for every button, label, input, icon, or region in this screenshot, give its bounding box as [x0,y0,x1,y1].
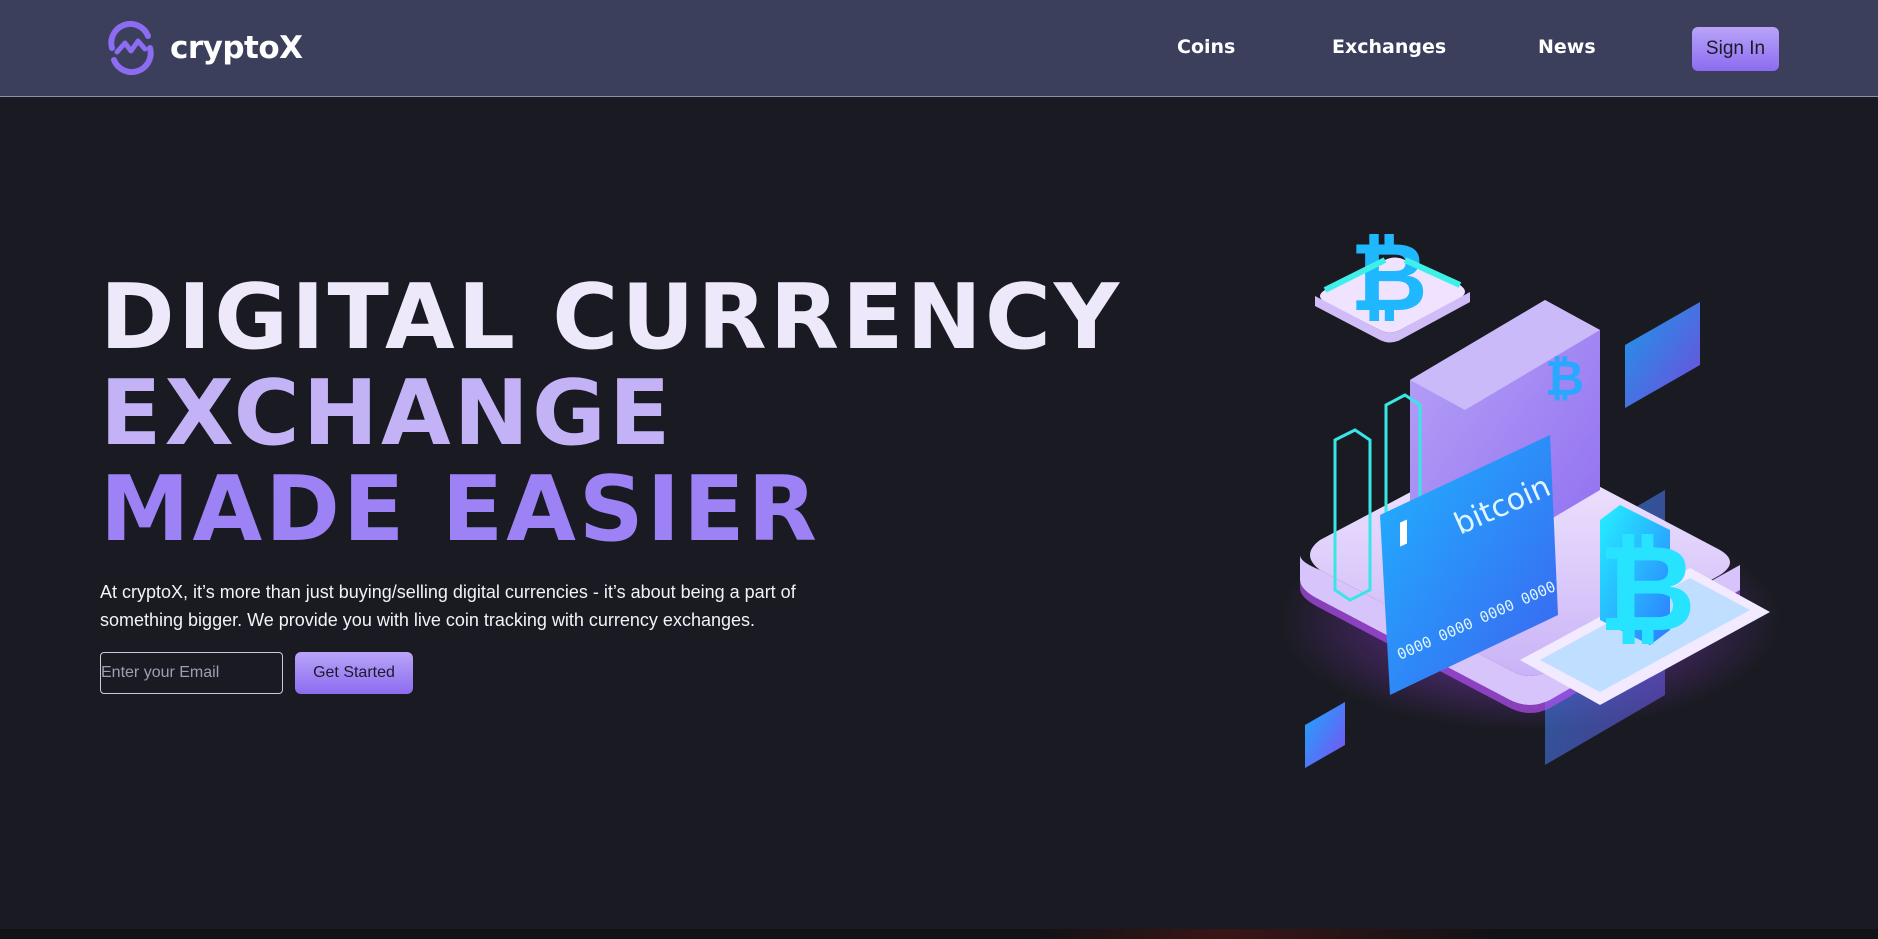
hero-description: At cryptoX, it’s more than just buying/s… [100,582,796,630]
sign-in-button[interactable]: Sign In [1692,27,1779,71]
hero-title: DIGITAL CURRENCY EXCHANGE MADE EASIER [100,270,1122,558]
brand-name: cryptoX [170,30,303,66]
nav-link-news[interactable]: News [1538,36,1596,58]
navbar: cryptoX Coins Exchanges News Sign In [0,0,1878,97]
get-started-button[interactable]: Get Started [295,652,413,694]
email-input[interactable] [100,652,283,694]
svg-text:₿: ₿ [1545,351,1584,407]
bitcoin-isometric-icon: ₿ bitcoin 0000 0000 0000 0000 ₿ ₿ [1280,223,1780,768]
hero-title-line-3: MADE EASIER [100,457,820,562]
brand-logo[interactable]: cryptoX [104,20,303,76]
hero-title-line-1: DIGITAL CURRENCY [100,265,1123,370]
nav-link-exchanges[interactable]: Exchanges [1332,36,1446,58]
svg-text:₿: ₿ [1350,223,1427,333]
bottom-strip [0,929,1878,939]
hero-title-line-2: EXCHANGE [100,361,674,466]
chart-circle-icon [108,21,154,75]
svg-text:₿: ₿ [1598,520,1696,659]
nav-link-coins[interactable]: Coins [1177,36,1235,58]
